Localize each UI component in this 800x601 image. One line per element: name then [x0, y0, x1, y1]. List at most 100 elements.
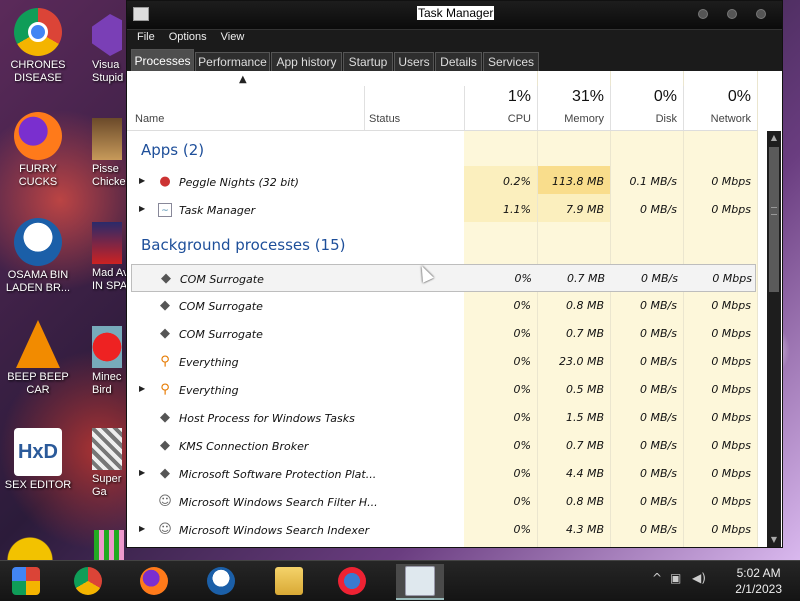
- header-status[interactable]: Status: [364, 86, 464, 130]
- disk-value: 0 MB/s: [640, 383, 677, 396]
- cpu-value: 0%: [514, 272, 532, 285]
- obama-logo-icon: [14, 218, 62, 266]
- taskbar-peggle[interactable]: [328, 564, 376, 598]
- tab-bar: Processes Performance App history Startu…: [127, 46, 782, 72]
- task-manager-window: Task Manager File Options View Processes…: [126, 0, 783, 548]
- expand-icon[interactable]: ▶: [139, 176, 145, 185]
- tab-services[interactable]: Services: [483, 52, 539, 72]
- table-row[interactable]: ▶ ~ Task Manager 1.1% 7.9 MB 0 MB/s 0 Mb…: [127, 196, 757, 224]
- disk-value: 0 MB/s: [640, 523, 677, 536]
- desktop-icon-label: OSAMA BIN LADEN BR...: [5, 269, 71, 294]
- scroll-up-icon[interactable]: ▲: [769, 133, 779, 143]
- table-row[interactable]: ▶ ☺ Microsoft Windows Search Indexer 0% …: [127, 516, 757, 544]
- angry-birds-space-icon: [92, 222, 122, 264]
- tab-details[interactable]: Details: [435, 52, 482, 72]
- desktop-icon-vlc[interactable]: BEEP BEEP CAR: [0, 320, 76, 397]
- cpu-value: 0.2%: [503, 175, 531, 188]
- chevron-up-icon[interactable]: ^: [652, 571, 662, 585]
- desktop-icon-hxd[interactable]: HxD SEX EDITOR: [0, 428, 76, 492]
- table-row[interactable]: ◆ COM Surrogate 0% 0.7 MB 0 MB/s 0 Mbps: [127, 320, 757, 348]
- cpu-value: 0%: [513, 327, 531, 340]
- menu-file[interactable]: File: [135, 30, 161, 46]
- start-button[interactable]: [2, 564, 50, 598]
- menu-options[interactable]: Options: [167, 30, 213, 46]
- process-name: Task Manager: [179, 204, 256, 217]
- memory-value: 4.4 MB: [565, 467, 604, 480]
- network-icon[interactable]: ▣: [670, 571, 681, 585]
- tab-users[interactable]: Users: [394, 52, 434, 72]
- header-cpu[interactable]: 1% CPU: [464, 86, 537, 130]
- table-row[interactable]: ▶ ⚲ Everything 0% 0.5 MB 0 MB/s 0 Mbps: [127, 376, 757, 404]
- visual-studio-icon: [92, 14, 122, 56]
- memory-value: 0.7 MB: [566, 272, 605, 285]
- disk-value: 0 MB/s: [640, 299, 677, 312]
- taskbar-firefox[interactable]: [130, 564, 178, 598]
- expand-icon[interactable]: ▶: [139, 384, 145, 393]
- volume-icon[interactable]: ◀): [692, 571, 706, 585]
- close-button[interactable]: [756, 9, 766, 19]
- network-value: 0 Mbps: [711, 299, 751, 312]
- taskbar-task-manager[interactable]: [396, 564, 444, 600]
- desktop-icon-label: FURRY CUCKS: [18, 163, 58, 188]
- table-row[interactable]: ◆ KMS Connection Broker 0% 0.7 MB 0 MB/s…: [127, 432, 757, 460]
- table-row[interactable]: ◆ Host Process for Windows Tasks 0% 1.5 …: [127, 404, 757, 432]
- table-row[interactable]: ◆ COM Surrogate 0% 0.8 MB 0 MB/s 0 Mbps: [127, 292, 757, 320]
- scroll-thumb[interactable]: [769, 147, 779, 292]
- process-name: Microsoft Windows Search Indexer: [179, 524, 370, 537]
- taskbar-obama[interactable]: [197, 564, 245, 598]
- vertical-scrollbar[interactable]: ▲ ▼: [767, 131, 781, 547]
- diamond-icon: ◆: [160, 410, 170, 425]
- tab-app-history[interactable]: App history: [271, 52, 342, 72]
- header-disk[interactable]: 0% Disk: [610, 86, 683, 130]
- group-apps: Apps (2): [141, 141, 205, 159]
- disk-value: 0 MB/s: [640, 495, 677, 508]
- maximize-button[interactable]: [727, 9, 737, 19]
- taskbar-chrome[interactable]: [64, 564, 112, 598]
- table-row[interactable]: ◆ COM Surrogate 0% 0.7 MB 0 MB/s 0 Mbps: [131, 264, 756, 292]
- sort-up-icon: ▲: [239, 74, 247, 85]
- disk-value: 0.1 MB/s: [629, 175, 677, 188]
- disk-value: 0 MB/s: [640, 355, 677, 368]
- header-memory[interactable]: 31% Memory: [537, 86, 610, 130]
- scroll-down-icon[interactable]: ▼: [769, 535, 779, 545]
- vlc-cone-icon: [16, 320, 60, 368]
- disk-value: 0 MB/s: [640, 327, 677, 340]
- desktop-icon-label: SEX EDITOR: [4, 479, 72, 491]
- desktop-icon-firefox[interactable]: FURRY CUCKS: [0, 112, 76, 189]
- memory-value: 0.8 MB: [565, 495, 604, 508]
- minimize-button[interactable]: [698, 9, 708, 19]
- taskbar-file-explorer[interactable]: [265, 564, 313, 598]
- header-network[interactable]: 0% Network: [683, 86, 757, 130]
- table-row[interactable]: ⚲ Everything 0% 23.0 MB 0 MB/s 0 Mbps: [127, 348, 757, 376]
- task-manager-icon: ~: [158, 203, 172, 217]
- tab-startup[interactable]: Startup: [343, 52, 393, 72]
- magnifier-icon: ⚲: [160, 354, 170, 369]
- cpu-value: 0%: [513, 299, 531, 312]
- desktop-icon-label: CHRONES DISEASE: [10, 59, 66, 84]
- header-name[interactable]: Name: [127, 86, 364, 130]
- table-row[interactable]: ▶ ◆ Microsoft Software Protection Plat..…: [127, 460, 757, 488]
- expand-icon[interactable]: ▶: [139, 204, 145, 213]
- file-explorer-icon: [275, 567, 303, 595]
- memory-value: 1.5 MB: [565, 411, 604, 424]
- clock-time: 5:02 AM: [736, 566, 781, 580]
- clock[interactable]: 5:02 AM 2/1/2023: [735, 565, 782, 597]
- search-person-icon: ☺: [158, 522, 172, 537]
- menu-view[interactable]: View: [219, 30, 251, 46]
- tab-processes[interactable]: Processes: [131, 49, 194, 72]
- expand-icon[interactable]: ▶: [139, 468, 145, 477]
- desktop-icon-chrome[interactable]: CHRONES DISEASE: [0, 8, 76, 85]
- desktop-icon-obama[interactable]: OSAMA BIN LADEN BR...: [0, 218, 76, 295]
- table-row[interactable]: ☺ Microsoft Windows Search Filter H... 0…: [127, 488, 757, 516]
- group-background: Background processes (15): [141, 236, 346, 254]
- network-value: 0 Mbps: [711, 355, 751, 368]
- table-row[interactable]: ▶ ● Peggle Nights (32 bit) 0.2% 113.8 MB…: [127, 168, 757, 196]
- column-header: ▲ Name Status 1% CPU 31% Memory 0% Disk …: [127, 74, 757, 131]
- title-bar[interactable]: Task Manager: [127, 1, 782, 29]
- desktop-icon-partial: [0, 530, 60, 560]
- tab-performance[interactable]: Performance: [195, 52, 270, 72]
- chrome-icon: [14, 8, 62, 56]
- expand-icon[interactable]: ▶: [139, 524, 145, 533]
- network-value: 0 Mbps: [711, 203, 751, 216]
- process-name: Everything: [179, 384, 239, 397]
